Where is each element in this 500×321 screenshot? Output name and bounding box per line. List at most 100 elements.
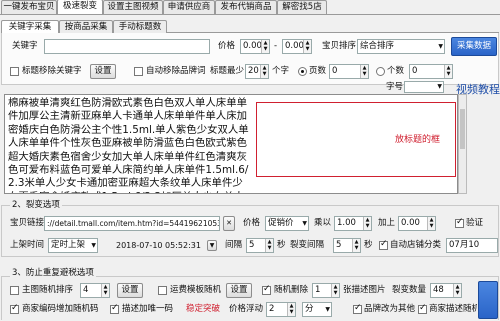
price-min-input[interactable]: 0.00 ▲ ▼: [240, 39, 270, 54]
min-title-input[interactable]: 20 ▲ ▼: [245, 64, 269, 79]
desc-random-checkbox[interactable]: [418, 303, 427, 314]
spin-arrows-icon[interactable]: ▲ ▼: [363, 217, 371, 230]
count-value: 0: [412, 66, 418, 76]
main-image-random-input[interactable]: 4 ▲ ▼: [80, 283, 110, 298]
spin-arrows-icon[interactable]: ▲ ▼: [352, 239, 360, 252]
auto-shop-category-label: 自动店铺分类: [390, 240, 442, 250]
shop-category-select[interactable]: 07月10: [446, 238, 498, 253]
title-text: 棉麻被单清爽红色防滑欧式素色白色双人单人床单单件加厚公主清新亚麻单人卡通单人床单…: [8, 97, 249, 193]
verify-label: 验证: [466, 218, 484, 228]
multiply-input[interactable]: 1.00 ▲ ▼: [334, 216, 372, 231]
crack-interval-unit: 秒: [364, 240, 373, 250]
chevron-down-icon: ▼: [325, 306, 330, 313]
anti-duplicate-title: 3、防止重复避税选项: [10, 266, 96, 281]
spin-arrows-icon[interactable]: ▲ ▼: [303, 40, 311, 53]
tab-dropship[interactable]: 发布代销商品: [215, 0, 277, 14]
tab-supplier[interactable]: 申请供应商: [163, 0, 215, 14]
crack-interval-value: 5: [336, 240, 342, 250]
price-float-input[interactable]: 2 ▲ ▼: [266, 302, 296, 317]
merchant-code-checkbox[interactable]: [10, 303, 19, 314]
remove-brand-label: 自动移除品牌词: [146, 66, 206, 76]
crack-count-value: 48: [433, 285, 444, 295]
keyword-input[interactable]: [44, 39, 210, 54]
add-input[interactable]: 0.00 ▲ ▼: [398, 216, 436, 231]
spin-arrows-icon[interactable]: ▲ ▼: [444, 65, 452, 78]
collect-data-button[interactable]: 采集数据: [451, 37, 497, 56]
freight-random-label: 运费模板随机: [170, 285, 222, 295]
spin-arrows-icon[interactable]: ▲ ▼: [453, 284, 461, 297]
spin-arrows-icon[interactable]: ▲ ▼: [101, 284, 109, 297]
crack-options-title: 2、裂变选项: [10, 198, 62, 213]
add-value: 0.00: [401, 218, 420, 228]
brand-other-checkbox[interactable]: [353, 303, 362, 314]
item-link-input[interactable]: ://detail.tmall.com/item.htm?id=54419621…: [44, 216, 220, 231]
scrollbar[interactable]: [458, 94, 467, 194]
min-title-unit: 个字: [272, 66, 290, 76]
sort-select[interactable]: 综合排序 ▼: [357, 39, 445, 54]
title-hint-text: 放标题的框: [395, 135, 441, 145]
random-delete-input[interactable]: 1 ▲ ▼: [312, 283, 340, 298]
spin-arrows-icon[interactable]: ▲ ▼: [287, 303, 295, 316]
tab-decrypt[interactable]: 解密找5店: [277, 0, 327, 14]
crack-count-input[interactable]: 48 ▲ ▼: [430, 283, 462, 298]
interval-input[interactable]: 5 ▲ ▼: [246, 238, 274, 253]
freight-random-checkbox[interactable]: [158, 286, 167, 295]
spin-arrows-icon[interactable]: ▲ ▼: [261, 40, 269, 53]
interval-label: 间隔: [225, 240, 243, 250]
calendar-dropdown-icon[interactable]: ▼: [207, 240, 217, 251]
start-button[interactable]: [478, 281, 498, 319]
desc-image-label: 张描述图片: [343, 285, 386, 295]
spin-arrows-icon[interactable]: ▲ ▼: [260, 65, 268, 78]
price-float-unit-select[interactable]: 分 ▼: [302, 302, 332, 317]
chevron-down-icon: ▼: [438, 43, 443, 50]
subtab-keyword-collect[interactable]: 关键字采集: [1, 20, 59, 33]
subtab-manual-title[interactable]: 手动标题数: [113, 20, 167, 33]
tab-publish[interactable]: 一键发布宝贝: [1, 0, 57, 14]
crack-interval-input[interactable]: 5 ▲ ▼: [333, 238, 361, 253]
tab-main-video[interactable]: 设置主图视频: [103, 0, 163, 14]
verify-checkbox[interactable]: [455, 217, 464, 228]
stable-crack-label: 稳定突破: [186, 304, 221, 314]
price-mode-select[interactable]: 促销价 ▼: [265, 216, 309, 231]
price-dash: -: [274, 41, 278, 51]
title-settings-button[interactable]: 设置: [90, 64, 116, 79]
count-radio[interactable]: [376, 67, 385, 76]
clear-link-button[interactable]: ✕: [223, 216, 235, 231]
spin-arrows-icon[interactable]: ▲ ▼: [265, 239, 273, 252]
price-max-input[interactable]: 0.00 ▲ ▼: [282, 39, 312, 54]
count-input[interactable]: 0 ▲ ▼: [409, 64, 453, 79]
chevron-down-icon: ▼: [302, 220, 307, 227]
sort-value: 综合排序: [360, 41, 395, 51]
spin-arrows-icon[interactable]: ▲ ▼: [427, 217, 435, 230]
image-settings-button[interactable]: 设置: [117, 283, 143, 298]
spin-arrows-icon[interactable]: ▲ ▼: [360, 65, 368, 78]
list-time-mode-select[interactable]: 定时上架 ▼: [48, 238, 98, 253]
page-input[interactable]: 0 ▲ ▼: [329, 64, 369, 79]
main-image-random-checkbox[interactable]: [10, 286, 19, 295]
remove-keyword-checkbox[interactable]: [10, 67, 19, 76]
char-count-label: 字号: [386, 82, 404, 92]
price-max-value: 0.00: [285, 41, 304, 51]
price-label: 价格: [218, 41, 236, 51]
tab-crack[interactable]: 极速裂变: [57, 0, 103, 14]
price-float-unit: 分: [305, 304, 314, 314]
auto-shop-category-checkbox[interactable]: [379, 239, 388, 250]
desc-random-label: 商家描述随机: [429, 304, 477, 314]
subtab-product-collect[interactable]: 按商品采集: [59, 20, 113, 33]
page-radio[interactable]: [298, 67, 307, 76]
title-textarea[interactable]: 棉麻被单清爽红色防滑欧式素色白色双人单人床单单件加厚公主清新亚麻单人卡通单人床单…: [4, 94, 458, 194]
crack-price-label: 价格: [243, 218, 261, 228]
freight-settings-button[interactable]: 设置: [226, 283, 252, 298]
crack-interval-label: 裂变间隔: [290, 240, 325, 250]
scroll-thumb[interactable]: [460, 109, 465, 149]
price-mode-value: 促销价: [268, 218, 294, 228]
char-count-select[interactable]: ▼: [404, 81, 444, 93]
multiply-label: 乘以: [314, 218, 332, 228]
spin-arrows-icon[interactable]: ▲ ▼: [331, 284, 339, 297]
desc-unique-checkbox[interactable]: [110, 303, 119, 314]
item-link-label: 宝贝链接: [10, 218, 45, 228]
page-label: 页数: [309, 66, 327, 76]
remove-brand-checkbox[interactable]: [134, 67, 143, 76]
shop-category-value: 07月10: [449, 240, 480, 250]
random-delete-checkbox[interactable]: [262, 284, 271, 295]
